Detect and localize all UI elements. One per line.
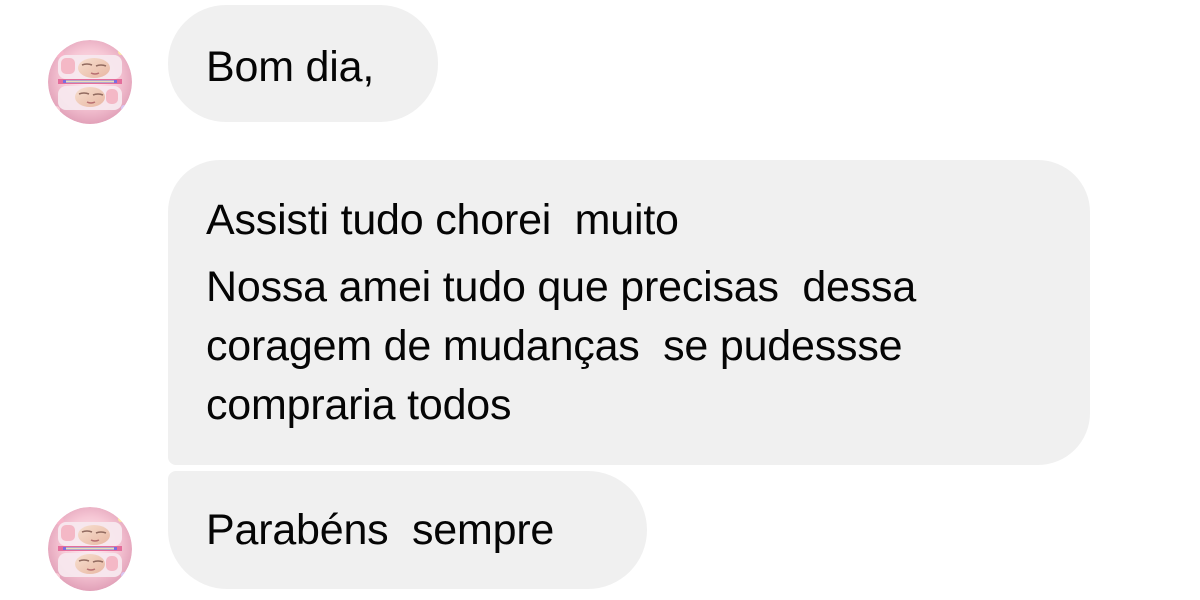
message-text-line-2: Nossa amei tudo que precisas dessa <box>206 263 917 311</box>
message-text: Bom dia, <box>206 43 375 91</box>
message-bubble-1[interactable]: Bom dia, <box>168 5 438 122</box>
baby-photo-avatar-icon <box>48 40 132 124</box>
baby-photo-avatar-icon <box>48 507 132 591</box>
message-text-line-4: compraria todos <box>206 381 512 429</box>
message-text-line-3: coragem de mudanças se pudessse <box>206 322 903 370</box>
message-bubble-2[interactable]: Assisti tudo chorei muito Nossa amei tud… <box>168 160 1090 465</box>
sender-avatar[interactable] <box>48 507 132 591</box>
message-bubble-3[interactable]: Parabéns sempre <box>168 471 647 589</box>
message-text-line-1: Assisti tudo chorei muito <box>206 196 679 244</box>
sender-avatar[interactable] <box>48 40 132 124</box>
message-text: Parabéns sempre <box>206 506 555 554</box>
